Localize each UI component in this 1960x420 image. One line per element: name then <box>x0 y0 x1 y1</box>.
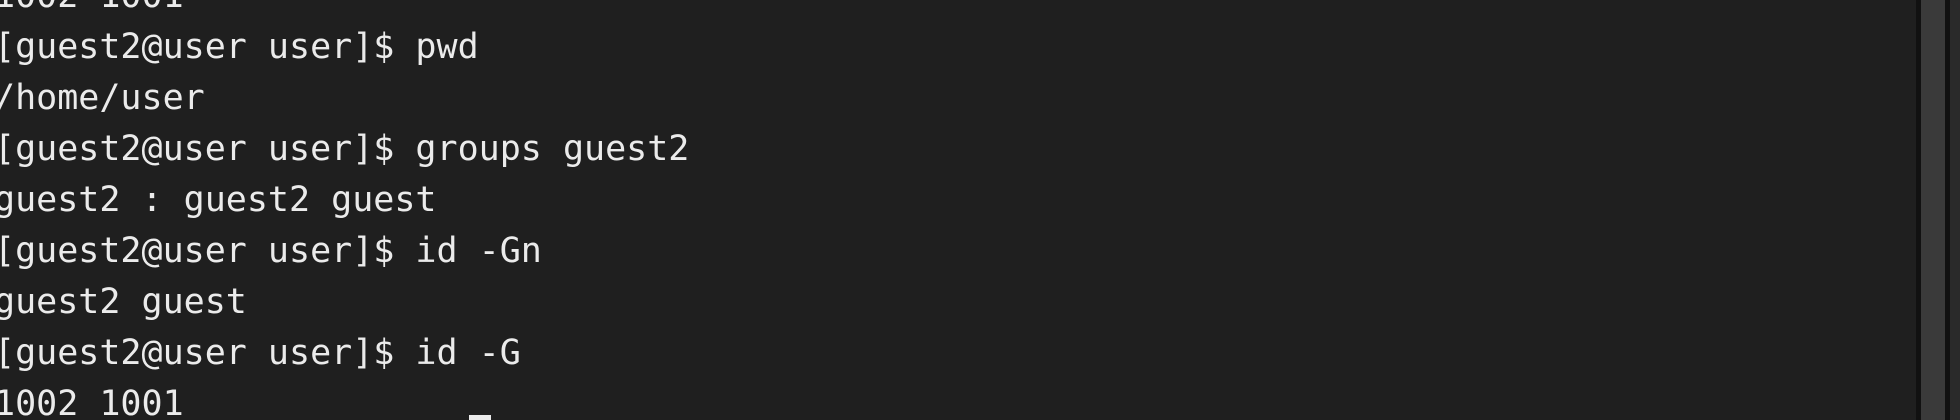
terminal-output: 1002 1001 [guest2@user user]$ pwd /home/… <box>0 0 689 420</box>
terminal-line-prompt-pwd: [guest2@user user]$ pwd <box>0 27 479 67</box>
terminal-line-output-id-gn: guest2 guest <box>0 282 247 322</box>
terminal-line-output-id-g: 1002 1001 <box>0 384 184 420</box>
terminal-line-prompt-groups: [guest2@user user]$ groups guest2 <box>0 129 690 169</box>
terminal-line-partial: 1002 1001 <box>0 0 689 22</box>
scrollbar-thumb[interactable] <box>1921 0 1945 420</box>
terminal-window[interactable]: 1002 1001 [guest2@user user]$ pwd /home/… <box>0 0 1916 420</box>
terminal-line-output-pwd: /home/user <box>0 78 205 118</box>
scrollbar-track[interactable] <box>1916 0 1960 420</box>
window-edge <box>1950 0 1960 420</box>
terminal-line-prompt-id-gn: [guest2@user user]$ id -Gn <box>0 231 542 271</box>
terminal-line-output-groups: guest2 : guest2 guest <box>0 180 437 220</box>
terminal-cursor <box>469 415 491 420</box>
terminal-line-prompt-id-g: [guest2@user user]$ id -G <box>0 333 521 373</box>
